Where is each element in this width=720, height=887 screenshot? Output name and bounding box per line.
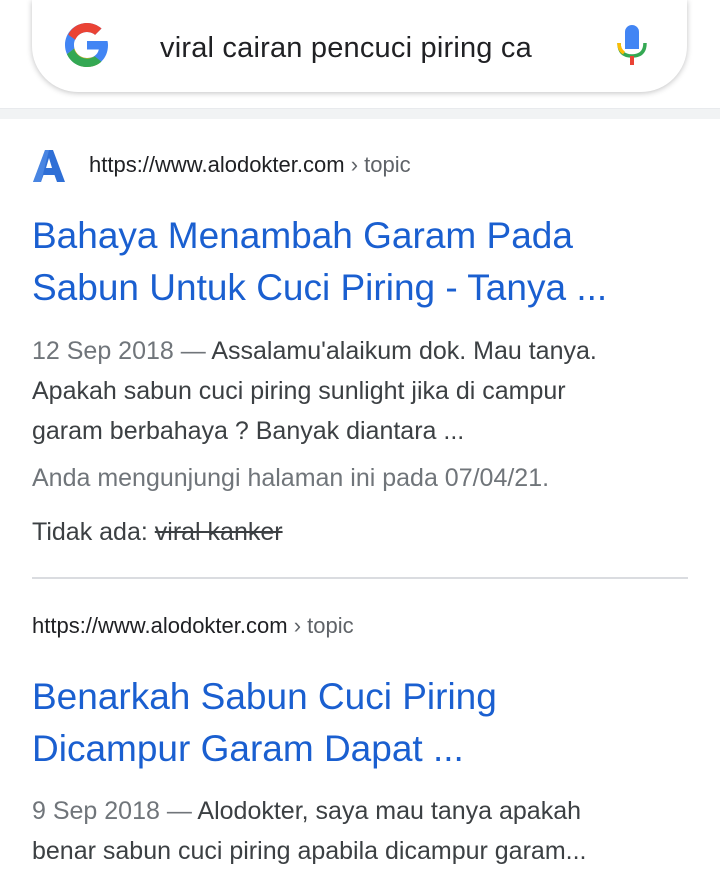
result-date: 12 Sep 2018 — — [32, 337, 206, 365]
microphone-icon[interactable] — [614, 23, 650, 67]
result-title-line[interactable]: Benarkah Sabun Cuci Piring — [32, 671, 682, 723]
alodokter-favicon-icon — [32, 148, 66, 184]
result-separator — [32, 577, 688, 579]
search-input[interactable]: viral cairan pencuci piring ca — [160, 30, 580, 66]
result-title-line[interactable]: Bahaya Menambah Garam Pada — [32, 210, 682, 262]
missing-label: Tidak ada: — [32, 518, 148, 546]
result-title-line[interactable]: Dicampur Garam Dapat ... — [32, 723, 682, 775]
result-date: 9 Sep 2018 — — [32, 797, 192, 825]
result-url[interactable]: https://www.alodokter.com › topic — [32, 612, 354, 640]
result-url[interactable]: https://www.alodokter.com › topic — [89, 151, 411, 179]
snippet-line: Apakah sabun cuci piring sunlight jika d… — [32, 377, 566, 405]
result-url-text: https://www.alodokter.com — [89, 152, 345, 177]
result-url-text: https://www.alodokter.com — [32, 613, 288, 638]
result-snippet: 12 Sep 2018 — Assalamu'alaikum dok. Mau … — [32, 331, 682, 451]
snippet-line: garam berbahaya ? Banyak diantara ... — [32, 417, 465, 445]
result-title-line[interactable]: Sabun Untuk Cuci Piring - Tanya ... — [32, 262, 682, 314]
snippet-line: Assalamu'alaikum dok. Mau tanya. — [211, 337, 597, 365]
google-g-icon[interactable] — [63, 21, 111, 69]
header-divider — [0, 108, 720, 119]
result-snippet: 9 Sep 2018 — Alodokter, saya mau tanya a… — [32, 791, 682, 871]
result-title-link[interactable]: Benarkah Sabun Cuci Piring Dicampur Gara… — [32, 671, 682, 775]
snippet-line: benar sabun cuci piring apabila dicampur… — [32, 837, 587, 865]
missing-terms: Tidak ada: viral kanker — [32, 512, 283, 552]
missing-terms-struck: viral kanker — [154, 518, 283, 546]
snippet-line: Alodokter, saya mau tanya apakah — [197, 797, 582, 825]
result-breadcrumb: › topic — [293, 613, 354, 638]
result-title-link[interactable]: Bahaya Menambah Garam Pada Sabun Untuk C… — [32, 210, 682, 314]
result-breadcrumb: › topic — [350, 152, 411, 177]
visited-note: Anda mengunjungi halaman ini pada 07/04/… — [32, 464, 550, 492]
